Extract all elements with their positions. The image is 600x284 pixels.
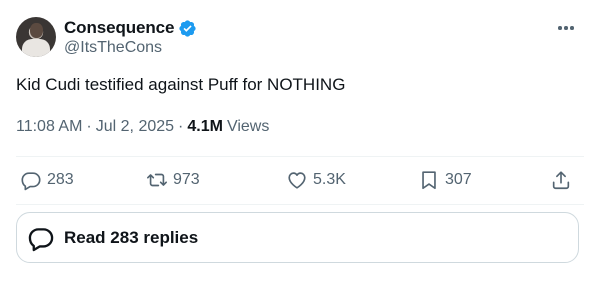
author-handle[interactable]: @ItsTheCons bbox=[64, 39, 162, 57]
replies-bubble-icon bbox=[28, 227, 54, 251]
meta-separator: · bbox=[178, 118, 184, 135]
like-icon bbox=[288, 172, 306, 189]
divider-bottom bbox=[16, 204, 584, 205]
read-replies-button[interactable]: Read 283 replies bbox=[16, 212, 579, 263]
avatar-head bbox=[30, 23, 43, 38]
share-icon bbox=[552, 171, 570, 190]
avatar-torso bbox=[22, 39, 50, 57]
author-display-name[interactable]: Consequence bbox=[64, 18, 174, 38]
avatar[interactable] bbox=[16, 17, 56, 57]
tweet-meta: 11:08 AM · Jul 2, 2025 · 4.1M Views bbox=[16, 116, 269, 138]
share-button[interactable] bbox=[550, 168, 572, 192]
more-icon[interactable] bbox=[554, 20, 578, 36]
retweet-button[interactable]: 973 bbox=[146, 168, 200, 192]
like-count: 5.3K bbox=[313, 171, 346, 188]
action-bar: 283 973 5.3K 307 bbox=[0, 164, 600, 198]
views-label: Views bbox=[226, 118, 270, 135]
meta-separator: · bbox=[86, 118, 92, 135]
read-replies-label: Read 283 replies bbox=[64, 227, 199, 247]
bookmark-count: 307 bbox=[445, 171, 472, 188]
bookmark-button[interactable]: 307 bbox=[418, 168, 472, 192]
more-dot bbox=[570, 26, 574, 30]
bookmark-icon bbox=[422, 171, 436, 190]
tweet-card: Consequence @ItsTheCons Kid Cudi testifi… bbox=[0, 0, 600, 284]
like-button[interactable]: 5.3K bbox=[286, 168, 346, 192]
retweet-count: 973 bbox=[173, 171, 200, 188]
reply-icon bbox=[21, 172, 41, 191]
author-name-row: Consequence bbox=[64, 17, 197, 39]
reply-button[interactable]: 283 bbox=[20, 168, 74, 192]
verified-icon bbox=[179, 19, 196, 37]
tweet-time[interactable]: 11:08 AM bbox=[16, 118, 82, 136]
views-count: 4.1M bbox=[187, 118, 223, 135]
retweet-icon bbox=[147, 173, 167, 187]
divider-top bbox=[16, 156, 584, 157]
tweet-text: Kid Cudi testified against Puff for NOTH… bbox=[16, 75, 346, 94]
reply-count: 283 bbox=[47, 171, 74, 188]
more-dot bbox=[564, 26, 568, 30]
tweet-date[interactable]: Jul 2, 2025 bbox=[96, 118, 174, 136]
more-dot bbox=[558, 26, 562, 30]
